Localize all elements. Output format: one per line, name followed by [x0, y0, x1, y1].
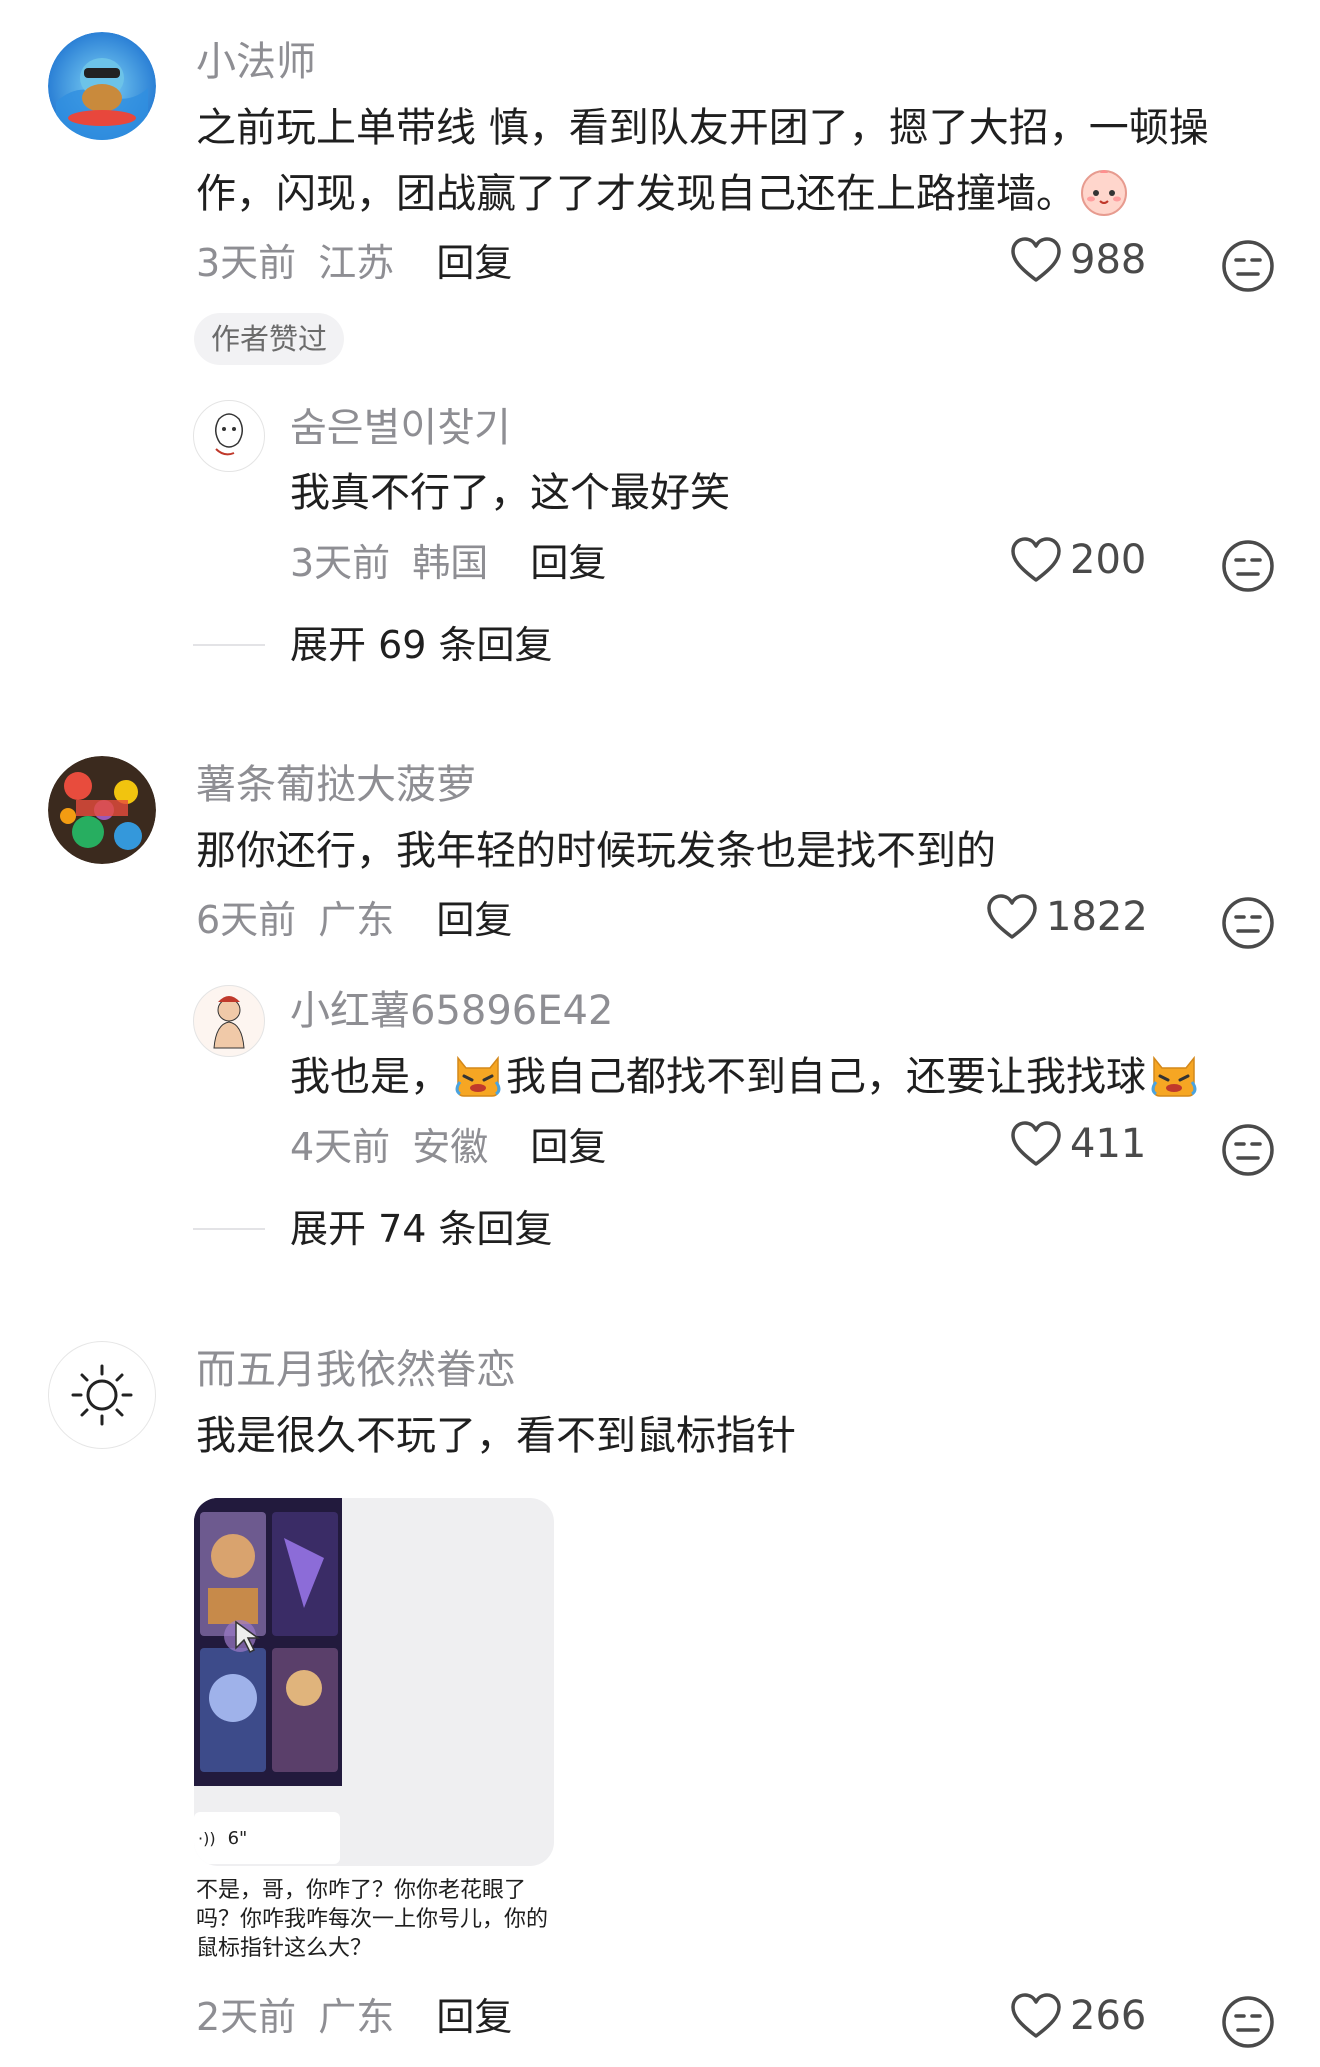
reply-text: 我也是， 我自己都找不到自己，还要让我找球 — [290, 1044, 1202, 1110]
heart-icon — [1011, 1121, 1061, 1166]
heart-icon — [1011, 237, 1061, 282]
comment-meta: 2天前 广东 回复 — [196, 1994, 512, 2040]
comment-text: 那你还行，我年轻的时候玩发条也是找不到的 — [196, 828, 996, 874]
voice-message-bar[interactable]: ·)) 6" — [194, 1812, 340, 1864]
reply-username[interactable]: 小红薯65896E42 — [290, 987, 613, 1035]
caption-area: 不是，哥，你咋了？你你老花眼了吗？你咋我咋每次一上你号儿，你的鼠标指针这么大？ — [194, 1866, 554, 1970]
like-button[interactable]: 266 — [1010, 1992, 1146, 2040]
reply-button[interactable]: 回复 — [530, 541, 606, 585]
avatar[interactable] — [48, 756, 156, 864]
comment-location: 江苏 — [318, 241, 395, 285]
reply-text-part: 我也是， — [290, 1054, 450, 1100]
heart-icon — [1011, 1993, 1061, 2038]
comment-location: 广东 — [318, 898, 395, 942]
heart-icon — [1011, 537, 1061, 582]
comment-time: 6天前 — [196, 898, 297, 942]
expand-replies-button[interactable]: 展开 69 条回复 — [290, 622, 553, 668]
reply-button[interactable]: 回复 — [436, 1995, 512, 2039]
avatar[interactable] — [193, 985, 265, 1057]
like-button[interactable]: 1822 — [986, 893, 1148, 941]
divider — [193, 644, 265, 646]
dislike-face-icon[interactable] — [1220, 1994, 1276, 2054]
avatar[interactable] — [193, 400, 265, 472]
sun-icon — [71, 1364, 133, 1426]
divider — [193, 1228, 265, 1230]
comment-text-content: 之前玩上单带线 慎，看到队友开团了，摁了大招，一顿操作，闪现，团战赢了了才发现自… — [196, 105, 1209, 217]
heart-icon — [987, 894, 1037, 939]
expand-replies-button[interactable]: 展开 74 条回复 — [290, 1206, 553, 1252]
like-button[interactable]: 200 — [1010, 536, 1146, 584]
like-button[interactable]: 411 — [1010, 1120, 1146, 1168]
reply-text-part: 我自己都找不到自己，还要让我找球 — [506, 1054, 1146, 1100]
dislike-face-icon[interactable] — [1220, 1122, 1276, 1182]
like-count: 200 — [1070, 537, 1147, 583]
reply-button[interactable]: 回复 — [436, 241, 512, 285]
author-liked-badge: 作者赞过 — [194, 313, 345, 365]
like-count: 411 — [1070, 1121, 1147, 1167]
like-count: 266 — [1070, 1993, 1147, 2039]
comment-time: 2天前 — [196, 1995, 297, 2039]
reply-time: 3天前 — [290, 541, 391, 585]
voice-duration: 6" — [227, 1827, 248, 1849]
screenshot-thumbnail[interactable] — [194, 1498, 342, 1786]
reply-time: 4天前 — [290, 1125, 391, 1169]
like-count: 988 — [1070, 237, 1147, 283]
comment-meta: 3天前 江苏 回复 — [196, 240, 512, 286]
dislike-face-icon[interactable] — [1220, 895, 1276, 955]
comment-location: 广东 — [318, 1995, 395, 2039]
voice-wave-icon: ·)) — [198, 1828, 216, 1848]
reply-button[interactable]: 回复 — [530, 1125, 606, 1169]
comment-text: 我是很久不玩了，看不到鼠标指针 — [196, 1413, 796, 1459]
comment-meta: 6天前 广东 回复 — [196, 897, 512, 943]
avatar[interactable] — [48, 1341, 156, 1449]
reply-location: 安徽 — [412, 1125, 489, 1169]
dislike-face-icon[interactable] — [1220, 238, 1276, 298]
comment-username[interactable]: 薯条葡挞大菠萝 — [196, 761, 476, 809]
like-count: 1822 — [1046, 894, 1148, 940]
reply-button[interactable]: 回复 — [436, 898, 512, 942]
crying-cat-emoji-icon — [1148, 1052, 1200, 1097]
attachment-caption: 不是，哥，你咋了？你你老花眼了吗？你咋我咋每次一上你号儿，你的鼠标指针这么大？ — [196, 1878, 549, 1961]
reply-username[interactable]: 숨은별이찾기 — [290, 404, 511, 452]
dislike-face-icon[interactable] — [1220, 538, 1276, 598]
comment-text: 之前玩上单带线 慎，看到队友开团了，摁了大招，一顿操作，闪现，团战赢了了才发现自… — [196, 95, 1276, 227]
like-button[interactable]: 988 — [1010, 236, 1146, 284]
avatar[interactable] — [48, 32, 156, 140]
attachment-card[interactable]: ·)) 6" — [194, 1498, 554, 1866]
crying-cat-emoji-icon — [452, 1052, 504, 1097]
reply-location: 韩国 — [412, 541, 489, 585]
reply-meta: 4天前 安徽 回复 — [290, 1124, 606, 1170]
baby-face-emoji-icon — [1078, 165, 1130, 217]
reply-meta: 3天前 韩国 回复 — [290, 540, 606, 586]
comment-time: 3天前 — [196, 241, 297, 285]
comment-username[interactable]: 小法师 — [196, 38, 316, 86]
reply-text: 我真不行了，这个最好笑 — [290, 470, 730, 516]
comment-username[interactable]: 而五月我依然眷恋 — [196, 1346, 516, 1394]
